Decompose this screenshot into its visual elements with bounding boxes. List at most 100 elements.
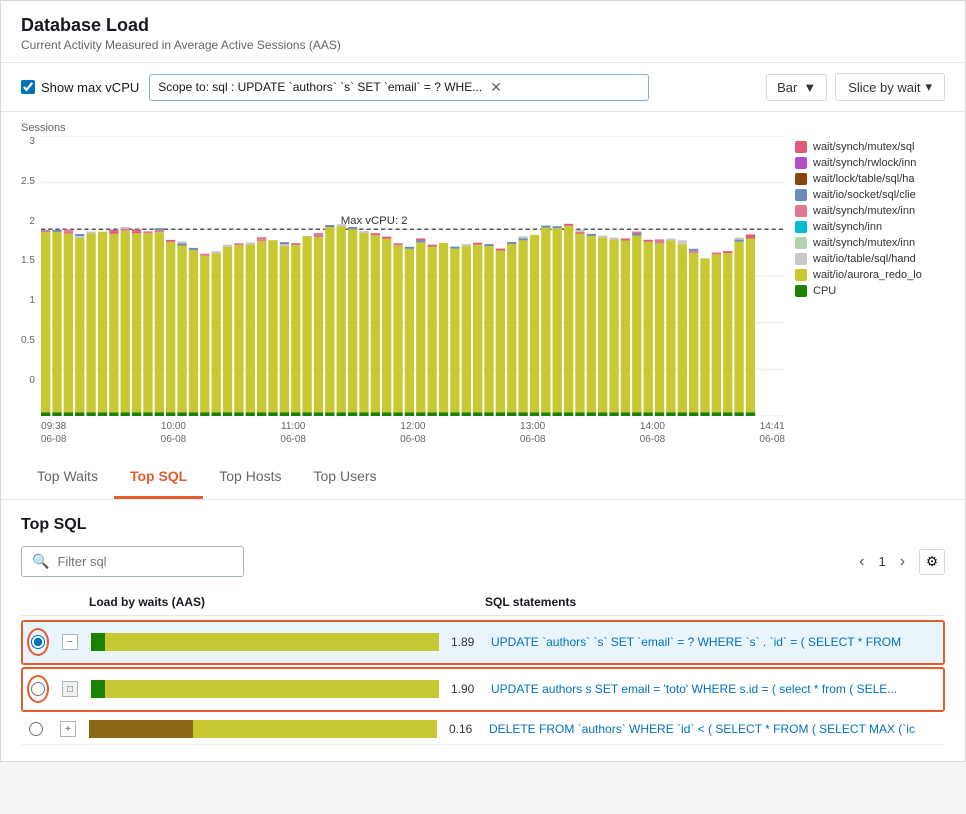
legend-label-5: wait/synch/mutex/inn — [813, 205, 915, 217]
legend-label-9: wait/io/aurora_redo_lo — [813, 269, 922, 281]
legend-label-4: wait/io/socket/sql/clie — [813, 189, 916, 201]
show-vcpu-toggle[interactable]: Show max vCPU — [21, 80, 139, 95]
bar-green-2 — [91, 680, 105, 698]
legend-label-cpu: CPU — [813, 285, 836, 297]
radio-2[interactable] — [31, 682, 45, 696]
x-label-5: 13:0006-08 — [520, 420, 546, 446]
legend-color-1 — [795, 141, 807, 153]
scope-tag[interactable]: Scope to: sql : UPDATE `authors` `s` SET… — [149, 74, 649, 101]
x-label-2: 10:0006-08 — [161, 420, 187, 446]
page-title: Database Load — [21, 15, 945, 36]
prev-page-button[interactable]: ‹ — [853, 551, 870, 573]
top-sql-section: Top SQL 🔍 ‹ 1 › ⚙ Load by waits (AAS) SQ… — [1, 500, 965, 761]
legend-item-9: wait/io/aurora_redo_lo — [795, 269, 945, 281]
y-tick-1: 1 — [29, 295, 35, 306]
bar-stack-2 — [91, 680, 439, 698]
x-label-3: 11:0006-08 — [280, 420, 306, 446]
slice-by-wait-button[interactable]: Slice by wait ▾ — [835, 73, 945, 101]
legend-label-2: wait/synch/rwlock/inn — [813, 157, 916, 169]
toolbar: Show max vCPU Scope to: sql : UPDATE `au… — [1, 63, 965, 112]
legend-color-5 — [795, 205, 807, 217]
legend-label-7: wait/synch/mutex/inn — [813, 237, 915, 249]
header: Database Load Current Activity Measured … — [1, 1, 965, 63]
legend-color-3 — [795, 173, 807, 185]
table-header: Load by waits (AAS) SQL statements — [21, 589, 945, 616]
search-input[interactable] — [57, 554, 233, 569]
page-subtitle: Current Activity Measured in Average Act… — [21, 38, 945, 52]
radio-highlight-2 — [27, 675, 49, 703]
bar-value-1: 1.89 — [451, 635, 481, 649]
gear-icon: ⚙ — [926, 554, 938, 569]
search-icon: 🔍 — [32, 553, 49, 570]
expand-btn-1[interactable]: − — [62, 634, 78, 650]
expand-btn-3[interactable]: + — [60, 721, 76, 737]
settings-button[interactable]: ⚙ — [919, 549, 945, 575]
x-label-1: 09:3806-08 — [41, 420, 67, 446]
legend-color-4 — [795, 189, 807, 201]
legend: wait/synch/mutex/sql wait/synch/rwlock/i… — [785, 136, 945, 446]
legend-color-10 — [795, 285, 807, 297]
show-vcpu-checkbox[interactable] — [21, 80, 35, 94]
scope-tag-text: Scope to: sql : UPDATE `authors` `s` SET… — [158, 80, 482, 94]
search-bar[interactable]: 🔍 — [21, 546, 244, 577]
y-tick-2: 2 — [29, 216, 35, 227]
legend-color-2 — [795, 157, 807, 169]
cell-sql-3[interactable]: DELETE FROM `authors` WHERE `id` < ( SEL… — [489, 722, 941, 736]
cell-sql-2[interactable]: UPDATE authors s SET email = 'toto' WHER… — [491, 682, 939, 696]
tab-top-sql[interactable]: Top SQL — [114, 456, 203, 499]
next-page-button[interactable]: › — [894, 551, 911, 573]
bar-green-1 — [91, 633, 105, 651]
slice-by-wait-arrow: ▾ — [925, 79, 932, 95]
chart-x-axis: 09:3806-08 10:0006-08 11:0006-08 12:0006… — [41, 416, 785, 446]
chart-main: Max vCPU: 2 09:3806-08 10:0006-08 11:000… — [41, 136, 785, 446]
tab-top-waits[interactable]: Top Waits — [21, 456, 114, 499]
cell-load-3: 0.16 — [89, 720, 479, 738]
cell-load-1: 1.89 — [91, 633, 481, 651]
chart-svg: Max vCPU: 2 — [41, 136, 785, 416]
cell-load-2: 1.90 — [91, 680, 481, 698]
cell-radio-2[interactable] — [27, 675, 49, 703]
y-tick-0: 0 — [29, 375, 35, 386]
bar-value-2: 1.90 — [451, 682, 481, 696]
table-row-1: − 1.89 UPDATE `authors` `s` SET `email` … — [23, 622, 943, 663]
cell-radio-1[interactable] — [27, 628, 49, 656]
search-pagination-row: 🔍 ‹ 1 › ⚙ — [21, 546, 945, 577]
tab-top-users[interactable]: Top Users — [298, 456, 393, 499]
cell-sql-1[interactable]: UPDATE `authors` `s` SET `email` = ? WHE… — [491, 635, 939, 649]
radio-1[interactable] — [31, 635, 45, 649]
chart-y-axis: 3 2.5 2 1.5 1 0.5 0 — [21, 136, 41, 416]
y-tick-0.5: 0.5 — [21, 335, 35, 346]
bar-yellow-2 — [105, 680, 439, 698]
legend-item-6: wait/synch/inn — [795, 221, 945, 233]
legend-item-10: CPU — [795, 285, 945, 297]
legend-color-7 — [795, 237, 807, 249]
legend-item-8: wait/io/table/sql/hand — [795, 253, 945, 265]
table-row-1-wrapper: − 1.89 UPDATE `authors` `s` SET `email` … — [21, 620, 945, 665]
bar-yellow-3 — [193, 720, 437, 738]
x-label-7: 14:4106-08 — [759, 420, 785, 446]
legend-item-2: wait/synch/rwlock/inn — [795, 157, 945, 169]
x-label-4: 12:0006-08 — [400, 420, 426, 446]
toolbar-right: Bar ▼ Slice by wait ▾ — [766, 73, 945, 101]
cell-expand-1[interactable]: − — [59, 634, 81, 650]
bar-select-dropdown[interactable]: Bar ▼ — [766, 74, 827, 101]
cell-radio-3[interactable] — [25, 722, 47, 736]
radio-3[interactable] — [29, 722, 43, 736]
col-header-sql: SQL statements — [485, 595, 945, 609]
x-label-6: 14:0006-08 — [640, 420, 666, 446]
scope-tag-close[interactable]: ✕ — [490, 79, 502, 96]
legend-item-3: wait/lock/table/sql/ha — [795, 173, 945, 185]
cell-expand-2[interactable]: □ — [59, 681, 81, 697]
bar-stack-3 — [89, 720, 437, 738]
legend-item-4: wait/io/socket/sql/clie — [795, 189, 945, 201]
expand-btn-2[interactable]: □ — [62, 681, 78, 697]
bar-select-arrow: ▼ — [803, 80, 816, 95]
y-tick-1.5: 1.5 — [21, 255, 35, 266]
svg-text:Max vCPU: 2: Max vCPU: 2 — [341, 215, 408, 227]
col-header-load: Load by waits (AAS) — [85, 595, 475, 609]
legend-color-6 — [795, 221, 807, 233]
legend-item-5: wait/synch/mutex/inn — [795, 205, 945, 217]
cell-expand-3[interactable]: + — [57, 721, 79, 737]
radio-highlight-1 — [27, 628, 49, 656]
tab-top-hosts[interactable]: Top Hosts — [203, 456, 297, 499]
